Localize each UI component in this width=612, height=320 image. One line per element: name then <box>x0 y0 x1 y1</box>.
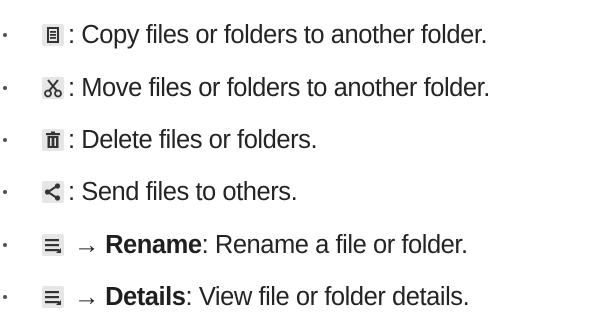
menu-icon <box>42 286 64 308</box>
list-item-share: : Send files to others. <box>0 172 612 212</box>
list-item-rename: → Rename: Rename a file or folder. <box>0 225 612 265</box>
list-item-copy: : Copy files or folders to another folde… <box>0 15 612 55</box>
arrow: → <box>74 283 100 311</box>
list-item-text: : Send files to others. <box>68 178 298 206</box>
bullet <box>3 138 7 142</box>
list-item-delete: : Delete files or folders. <box>0 120 612 160</box>
menu-option-label: Details <box>105 283 186 311</box>
list-item-text: → Rename: Rename a file or folder. <box>68 225 468 265</box>
menu-option-label: Rename <box>105 231 202 259</box>
menu-icon <box>42 234 64 256</box>
list-item-description: : Rename a file or folder. <box>201 231 469 259</box>
bullet <box>3 190 7 194</box>
list-item-description: : View file or folder details. <box>185 283 470 311</box>
bullet <box>3 86 7 90</box>
bullet <box>3 243 7 247</box>
list-item-text: : Move files or folders to another folde… <box>68 74 490 102</box>
list-item-details: → Details: View file or folder details. <box>0 277 612 317</box>
list-item-text: : Delete files or folders. <box>68 126 318 154</box>
list-item-text: → Details: View file or folder details. <box>68 277 470 317</box>
list-item-text: : Copy files or folders to another folde… <box>68 21 488 49</box>
copy-icon <box>42 24 64 46</box>
list-item-move: : Move files or folders to another folde… <box>0 68 612 108</box>
share-icon <box>42 181 64 203</box>
bullet <box>3 33 7 37</box>
trash-icon <box>42 129 64 151</box>
cut-scissors-icon <box>42 77 64 99</box>
arrow: → <box>74 231 100 259</box>
bullet <box>3 295 7 299</box>
